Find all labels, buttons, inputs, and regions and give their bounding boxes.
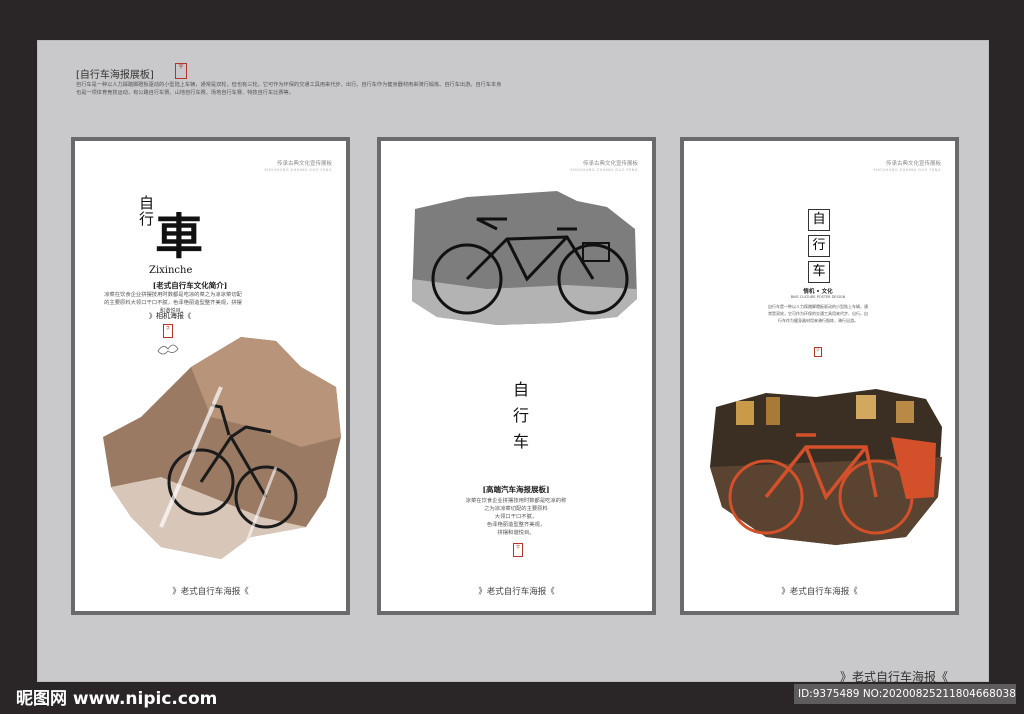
- title-box-1: 自: [808, 209, 830, 231]
- poster-body: 凉菜在饮食企业拼摆技用时数都是吃凉的称 之为凉凉菜切配的主要原料 大领口干口不腻…: [465, 498, 567, 536]
- board-title: [自行车海报展板]: [76, 70, 154, 81]
- poster-1: 传承古典文化宣传展板 SHOUHUNG ZHIHNG GUO FENG 自行 車 …: [71, 137, 350, 615]
- poster-tag: 传承古典文化宣传展板 SHOUHUNG ZHIHNG GUO FENG: [873, 161, 941, 172]
- poster-2: 传承古典文化宣传展板 SHOUHUNG ZHIHNG GUO FENG 自 行 车…: [377, 137, 656, 615]
- black-bicycle-image: [412, 191, 637, 325]
- poster-seal: 字: [814, 347, 822, 357]
- poster-tag: 传承古典文化宣传展板 SHOUHUNG ZHIHNG GUO FENG: [264, 161, 332, 172]
- poster-footer: 》老式自行车海报《: [172, 587, 249, 597]
- poster-subtitle: 情机 • 文化: [803, 289, 833, 295]
- poster-tag: 传承古典文化宣传展板 SHOUHUNG ZHIHNG GUO FENG: [570, 161, 638, 172]
- poster-small-en: BIKE CULTURE POSTER DESIGN: [790, 295, 846, 299]
- title-box-2: 行: [808, 235, 830, 257]
- poster-3: 传承古典文化宣传展板 SHOUHUNG ZHIHNG GUO FENG 自 行 车…: [680, 137, 959, 615]
- vertical-title: 自 行 车: [513, 380, 530, 451]
- orange-bicycle-canal-image: [710, 389, 942, 545]
- poster-label: 》相机海报《: [149, 312, 191, 320]
- poster-footer: 》老式自行车海报《: [781, 587, 858, 597]
- poster-footer: 》老式自行车海报《: [478, 587, 555, 597]
- header-seal: 字: [175, 63, 187, 79]
- poster-seal: 字: [513, 543, 523, 557]
- title-pinyin: Zixinche: [149, 265, 193, 276]
- title-box-3: 车: [808, 261, 830, 283]
- board-description: 自行车是一种以人力踩踏脚蹬板驱动的小型陆上车辆，通常是双轮，但也有三轮。它可作为…: [76, 82, 502, 96]
- poster-body: 自行车是一种以人力踩踏脚蹬板驱动的小型陆上车辆，通常是双轮，它可作为环保的交通工…: [768, 304, 868, 323]
- vintage-bicycle-street-image: [103, 337, 341, 559]
- poster-subtitle: [高端汽车海报展板]: [482, 485, 550, 494]
- image-id-watermark: ID:9375489 NO:20200825211804668038: [794, 684, 1016, 704]
- bottom-signature: 》老式自行车海报《: [840, 670, 949, 684]
- nipic-watermark: 昵图网 www.nipic.com: [16, 689, 218, 709]
- poster-subtitle: [老式自行车文化简介]: [152, 281, 228, 290]
- title-big-char: 車: [155, 209, 204, 265]
